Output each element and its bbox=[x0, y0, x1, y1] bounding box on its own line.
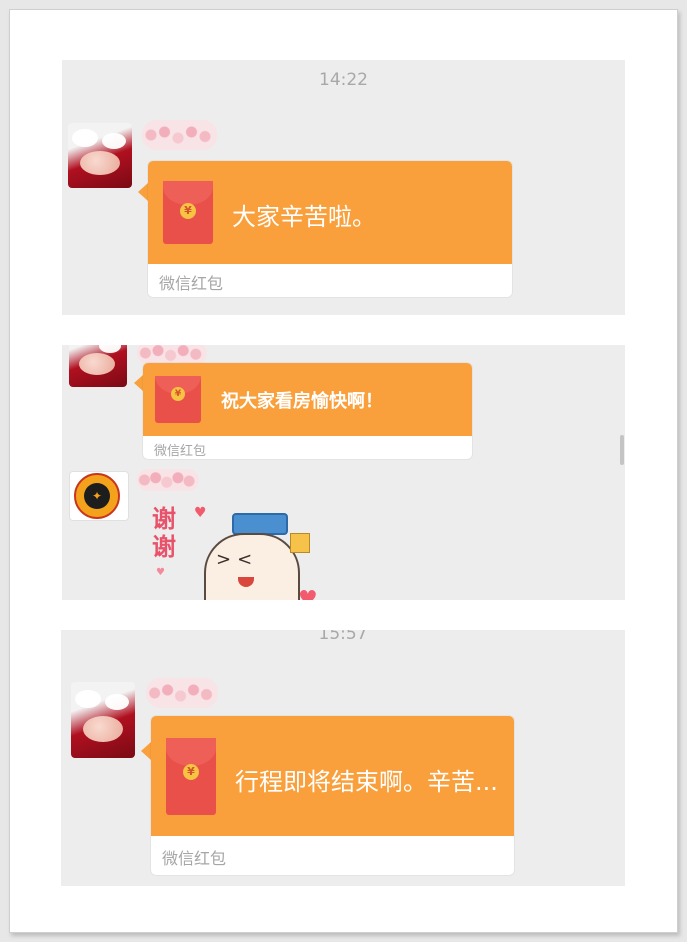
yuan-coin-icon: ¥ bbox=[183, 764, 199, 780]
avatar-cloud bbox=[105, 694, 129, 710]
red-packet-header: ¥ 大家辛苦啦。 bbox=[148, 161, 512, 264]
avatar[interactable] bbox=[71, 682, 135, 758]
avatar-pig bbox=[83, 716, 123, 742]
avatar-cloud bbox=[72, 129, 98, 147]
sticker-face: >< bbox=[216, 549, 259, 570]
sender-nickname bbox=[137, 345, 207, 365]
sticker-text: 谢谢 bbox=[152, 505, 176, 561]
red-packet-message[interactable]: ¥ 大家辛苦啦。 微信红包 bbox=[138, 161, 512, 297]
avatar[interactable] bbox=[68, 123, 132, 188]
sender-nickname bbox=[146, 678, 218, 708]
red-packet-greeting: 大家辛苦啦。 bbox=[232, 203, 376, 231]
yuan-coin-icon: ¥ bbox=[180, 203, 196, 219]
bubble-tail bbox=[138, 183, 148, 201]
red-envelope-icon: ¥ bbox=[163, 181, 213, 244]
bubble-tail bbox=[134, 375, 143, 391]
avatar-cloud bbox=[102, 133, 126, 149]
heart-icon: ♥ bbox=[156, 567, 165, 578]
avatar-pig bbox=[79, 353, 115, 375]
red-envelope-icon: ¥ bbox=[166, 738, 216, 815]
red-packet-label: 微信红包 bbox=[162, 849, 227, 868]
basketball-club-logo-center: ✦ bbox=[84, 483, 110, 509]
bubble-tail bbox=[141, 742, 151, 760]
red-envelope-icon: ¥ bbox=[155, 376, 201, 423]
timestamp: 15:57 bbox=[318, 630, 368, 644]
chat-panel-1: 14:22 ¥ 大家辛苦啦。 微信红包 bbox=[62, 60, 625, 315]
timestamp: 14:22 bbox=[319, 70, 368, 90]
red-packet-label: 微信红包 bbox=[159, 274, 224, 293]
red-packet-card[interactable]: ¥ 大家辛苦啦。 微信红包 bbox=[148, 161, 512, 297]
thank-you-bottle-sticker[interactable]: 谢谢 ♥ ♥ >< ♥ bbox=[148, 499, 318, 600]
red-packet-greeting: 行程即将结束啊。辛苦... bbox=[235, 768, 498, 796]
chat-panel-3: 15:57 ¥ 行程即将结束啊。辛苦... 微信红包 bbox=[61, 630, 625, 886]
avatar[interactable]: ✦ bbox=[69, 471, 129, 521]
sticker-tag bbox=[290, 533, 310, 553]
red-packet-card[interactable]: ¥ 行程即将结束啊。辛苦... 微信红包 bbox=[151, 716, 514, 875]
screenshot-collage: 14:22 ¥ 大家辛苦啦。 微信红包 ¥ 祝大家看房愉快啊！ 微信红包 ✦ 谢… bbox=[9, 9, 678, 933]
heart-icon: ♥ bbox=[194, 505, 207, 521]
yuan-coin-icon: ¥ bbox=[171, 387, 185, 401]
heart-icon: ♥ bbox=[298, 587, 318, 600]
red-packet-card[interactable]: ¥ 祝大家看房愉快啊！ 微信红包 bbox=[143, 363, 472, 459]
red-packet-greeting: 祝大家看房愉快啊！ bbox=[221, 391, 383, 412]
avatar[interactable] bbox=[69, 345, 127, 387]
red-packet-header: ¥ 行程即将结束啊。辛苦... bbox=[151, 716, 514, 836]
envelope-flap bbox=[163, 181, 213, 205]
avatar-cloud bbox=[99, 345, 121, 353]
avatar-pig bbox=[80, 151, 120, 175]
red-packet-header: ¥ 祝大家看房愉快啊！ bbox=[143, 363, 472, 436]
red-packet-label: 微信红包 bbox=[154, 444, 207, 459]
bottle-cap bbox=[232, 513, 288, 535]
sender-nickname bbox=[142, 120, 217, 150]
avatar-cloud bbox=[75, 690, 101, 708]
red-packet-message[interactable]: ¥ 行程即将结束啊。辛苦... 微信红包 bbox=[141, 716, 514, 875]
scrollbar-thumb[interactable] bbox=[620, 435, 624, 465]
envelope-flap bbox=[166, 738, 216, 766]
red-packet-message[interactable]: ¥ 祝大家看房愉快啊！ 微信红包 bbox=[134, 363, 472, 459]
chat-panel-2: ¥ 祝大家看房愉快啊！ 微信红包 ✦ 谢谢 ♥ ♥ >< ♥ bbox=[62, 345, 625, 600]
sender-nickname bbox=[137, 469, 199, 491]
